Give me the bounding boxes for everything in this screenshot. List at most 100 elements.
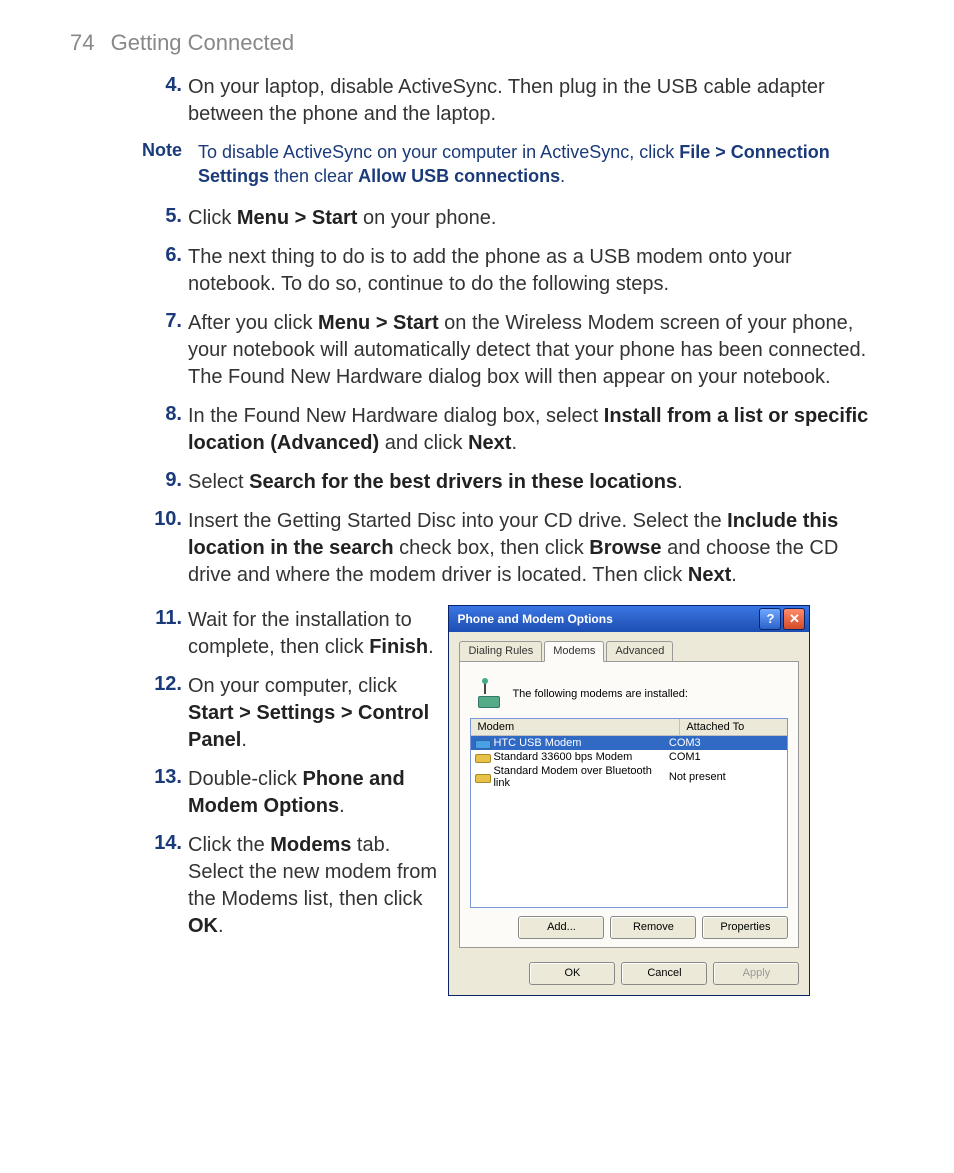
text: . [218,915,224,937]
text: The next thing to do is to add the phone… [188,246,792,295]
step-10: 10. Insert the Getting Started Disc into… [70,508,884,589]
bold: Search for the best drivers in these loc… [249,471,677,493]
cell-modem: Standard Modem over Bluetooth link [473,765,668,789]
step-13: 13. Double-click Phone and Modem Options… [70,766,444,820]
cancel-button[interactable]: Cancel [621,962,707,985]
step-9: 9. Select Search for the best drivers in… [70,469,884,496]
text: . [339,795,345,817]
modem-icon [474,680,502,708]
modem-std-icon [475,771,489,783]
apply-button[interactable]: Apply [713,962,799,985]
list-item[interactable]: Standard 33600 bps Modem COM1 [471,750,787,764]
tab-dialing-rules[interactable]: Dialing Rules [459,641,542,661]
step-number: 10. [140,508,188,589]
step-text: Click the Modems tab. Select the new mod… [188,832,444,940]
text: After you click [188,312,318,334]
text: Insert the Getting Started Disc into you… [188,510,727,532]
right-column: Phone and Modem Options ? ✕ Dialing Rule… [444,601,884,996]
titlebar-buttons: ? ✕ [759,608,805,630]
section-title: Getting Connected [111,30,294,55]
page-header: 74 Getting Connected [70,30,884,56]
text: . [241,729,247,751]
step-8: 8. In the Found New Hardware dialog box,… [70,403,884,457]
phone-modem-options-dialog: Phone and Modem Options ? ✕ Dialing Rule… [448,605,810,996]
bold: Start > Settings > Control Panel [188,702,429,751]
tab-strip: Dialing Rules Modems Advanced [459,640,799,662]
add-button[interactable]: Add... [518,916,604,939]
text: In the Found New Hardware dialog box, se… [188,405,604,427]
step-number: 8. [140,403,188,457]
text: Click [188,207,237,229]
bold: Modems [270,834,351,856]
step-text: Select Search for the best drivers in th… [188,469,884,496]
bold: Finish [369,636,428,658]
text: On your computer, click [188,675,397,697]
dialog-titlebar[interactable]: Phone and Modem Options ? ✕ [449,606,809,632]
step-number: 11. [140,607,188,661]
step-number: 4. [140,74,188,128]
list-item[interactable]: Standard Modem over Bluetooth link Not p… [471,764,787,790]
modems-listbox[interactable]: Modem Attached To HTC USB Modem COM3 [470,718,788,908]
dialog-footer: OK Cancel Apply [449,954,809,995]
step-11: 11. Wait for the installation to complet… [70,607,444,661]
step-4: 4. On your laptop, disable ActiveSync. T… [70,74,884,128]
dialog-body: Dialing Rules Modems Advanced The follow… [449,632,809,954]
two-column-area: 11. Wait for the installation to complet… [70,601,884,996]
note-text: To disable ActiveSync on your computer i… [198,140,884,189]
tab-advanced[interactable]: Advanced [606,641,673,661]
message-row: The following modems are installed: [474,680,784,708]
modem-name: HTC USB Modem [493,737,581,749]
step-text: Insert the Getting Started Disc into you… [188,508,884,589]
step-5: 5. Click Menu > Start on your phone. [70,205,884,232]
step-text: Click Menu > Start on your phone. [188,205,884,232]
remove-button[interactable]: Remove [610,916,696,939]
step-text: Double-click Phone and Modem Options. [188,766,444,820]
text: check box, then click [394,537,590,559]
step-12: 12. On your computer, click Start > Sett… [70,673,444,754]
text: then clear [269,166,358,186]
note-label: Note [70,140,198,189]
cell-attached: COM3 [669,737,786,749]
left-column: 11. Wait for the installation to complet… [70,601,444,952]
step-number: 7. [140,310,188,391]
text: Select [188,471,249,493]
cell-attached: COM1 [669,751,786,763]
tab-modems[interactable]: Modems [544,641,604,662]
close-icon[interactable]: ✕ [783,608,805,630]
step-7: 7. After you click Menu > Start on the W… [70,310,884,391]
column-header-attached[interactable]: Attached To [680,719,787,735]
bold: Menu > Start [237,207,358,229]
step-text: Wait for the installation to complete, t… [188,607,444,661]
cell-attached: Not present [669,771,786,783]
bold: Next [468,432,511,454]
modem-name: Standard Modem over Bluetooth link [493,765,668,789]
text: . [511,432,517,454]
help-icon[interactable]: ? [759,608,781,630]
bold: Next [688,564,731,586]
step-14: 14. Click the Modems tab. Select the new… [70,832,444,940]
text: . [560,166,565,186]
cell-modem: HTC USB Modem [473,737,668,749]
note-block: Note To disable ActiveSync on your compu… [70,140,884,189]
message-text: The following modems are installed: [512,688,687,700]
properties-button[interactable]: Properties [702,916,788,939]
step-number: 14. [140,832,188,940]
text: Click the [188,834,270,856]
step-number: 6. [140,244,188,298]
step-text: On your laptop, disable ActiveSync. Then… [188,74,884,128]
list-item[interactable]: HTC USB Modem COM3 [471,736,787,750]
modem-name: Standard 33600 bps Modem [493,751,632,763]
ok-button[interactable]: OK [529,962,615,985]
text: Double-click [188,768,302,790]
column-header-modem[interactable]: Modem [471,719,680,735]
step-text: On your computer, click Start > Settings… [188,673,444,754]
bold: Menu > Start [318,312,439,334]
text: on your phone. [357,207,496,229]
list-header: Modem Attached To [471,719,787,736]
page-number: 74 [70,30,94,55]
step-number: 5. [140,205,188,232]
bold: OK [188,915,218,937]
text: To disable ActiveSync on your computer i… [198,142,679,162]
tab-pane-modems: The following modems are installed: Mode… [459,662,799,948]
step-number: 9. [140,469,188,496]
